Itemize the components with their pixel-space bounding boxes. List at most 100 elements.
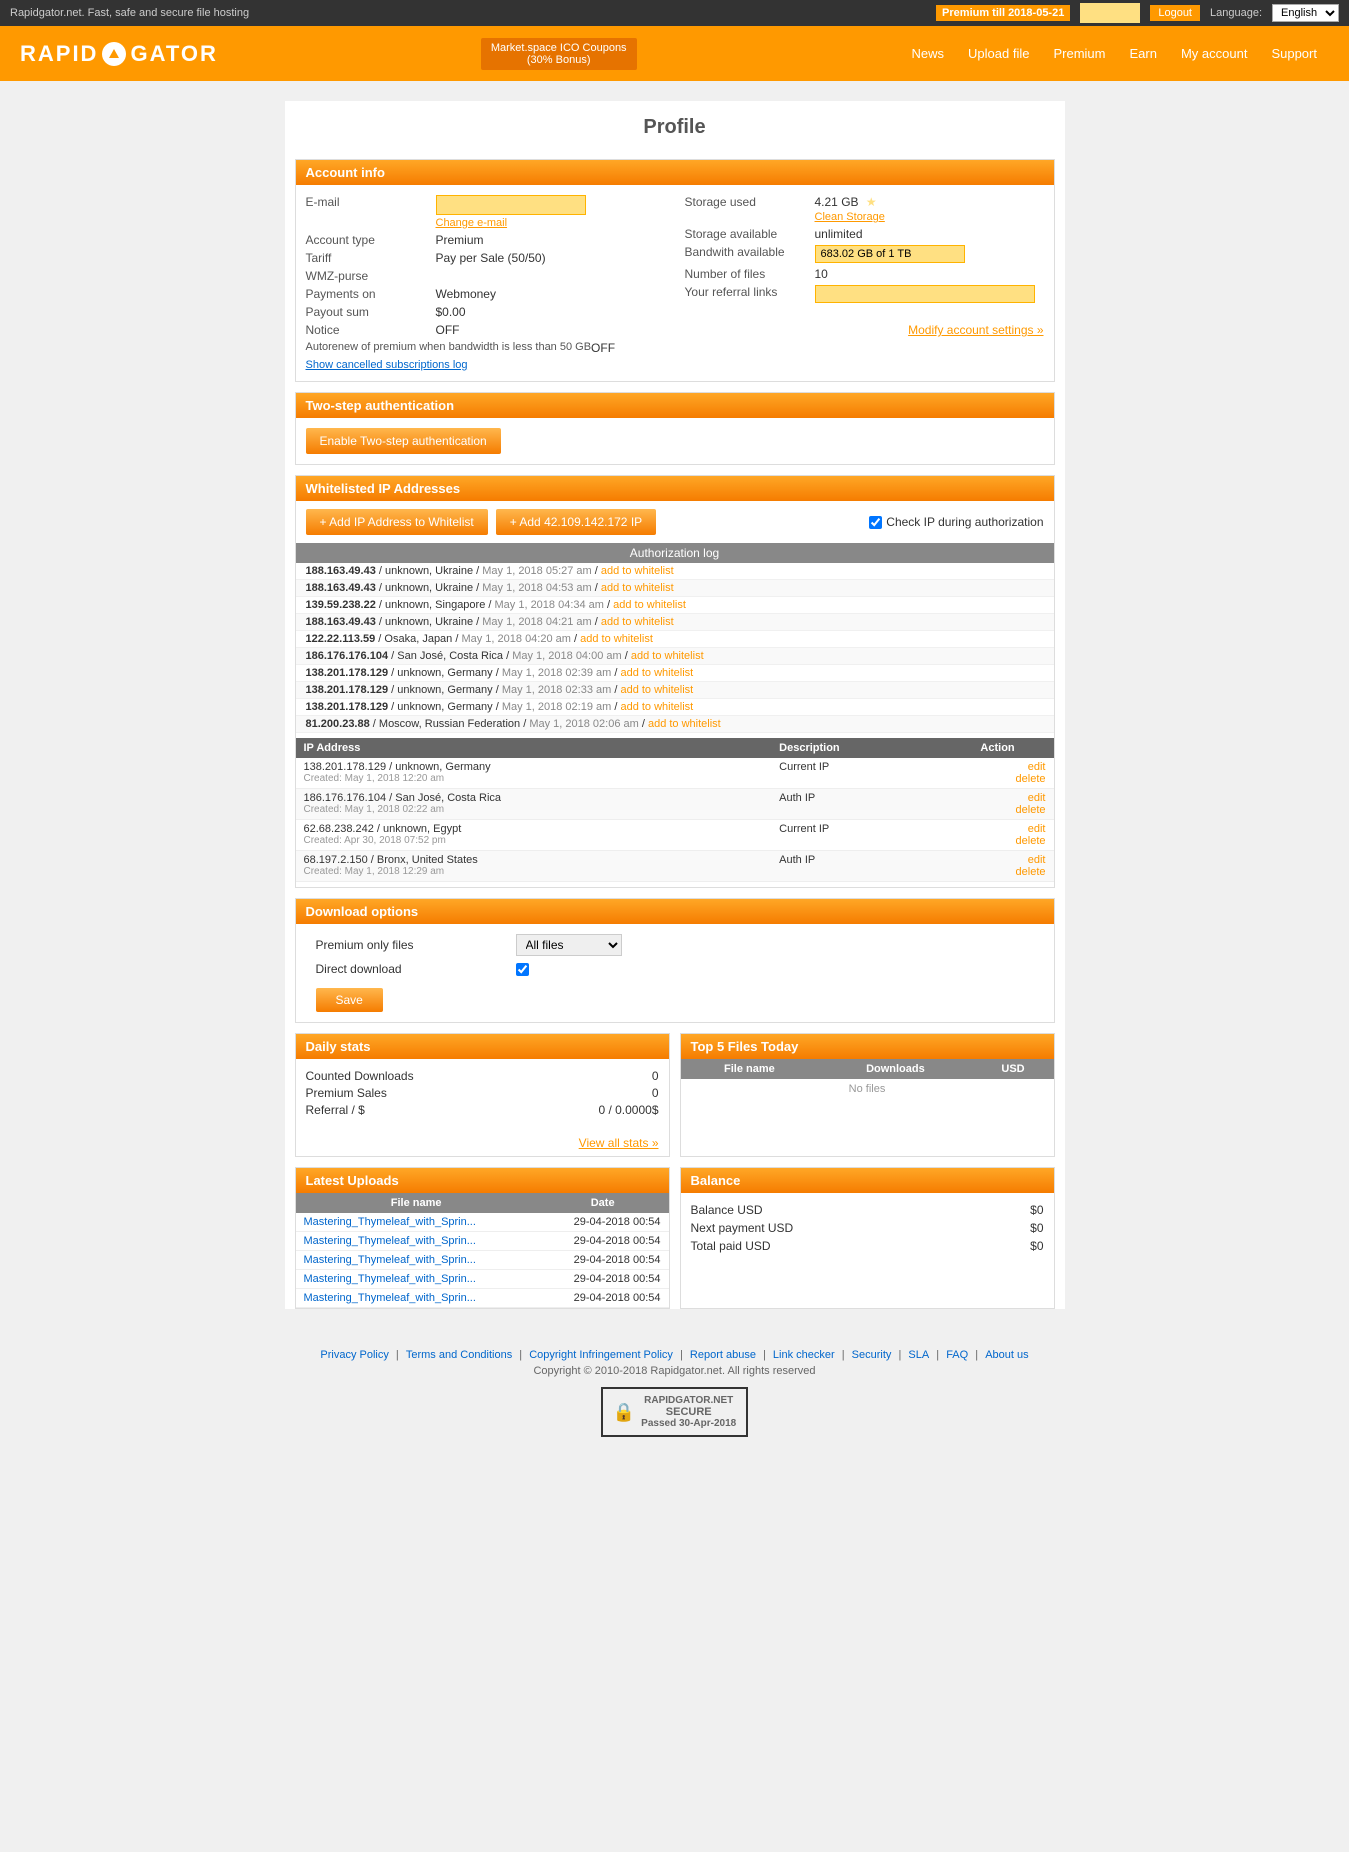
- notice-row: Notice OFF: [306, 323, 665, 337]
- total-paid-value: $0: [1030, 1239, 1043, 1253]
- upload-filename-link[interactable]: Mastering_Thymeleaf_with_Sprin...: [304, 1235, 476, 1247]
- desc-cell: Auth IP: [771, 851, 941, 882]
- upload-filename-link[interactable]: Mastering_Thymeleaf_with_Sprin...: [304, 1273, 476, 1285]
- add-to-whitelist-link[interactable]: add to whitelist: [631, 650, 704, 662]
- uploads-header-date: Date: [537, 1193, 669, 1213]
- footer-link[interactable]: Privacy Policy: [320, 1349, 388, 1361]
- premium-badge: Premium till 2018-05-21: [936, 5, 1070, 21]
- direct-download-checkbox[interactable]: [516, 963, 529, 976]
- ip-table-header-ip: IP Address: [296, 738, 772, 758]
- footer: Privacy Policy | Terms and Conditions | …: [0, 1329, 1349, 1457]
- sitelock-label: RAPIDGATOR.NET: [641, 1395, 736, 1406]
- account-info-section: Account info E-mail Change e-mail Accoun…: [295, 159, 1055, 382]
- referral-row: Referral / $ 0 / 0.0000$: [306, 1103, 659, 1117]
- balance-section: Balance Balance USD $0 Next payment USD …: [680, 1167, 1055, 1309]
- top-files-table: File name Downloads USD No files: [681, 1059, 1054, 1099]
- upload-filename-link[interactable]: Mastering_Thymeleaf_with_Sprin...: [304, 1216, 476, 1228]
- premium-files-label: Premium only files: [316, 938, 516, 952]
- upload-filename-link[interactable]: Mastering_Thymeleaf_with_Sprin...: [304, 1254, 476, 1266]
- balance-usd-row: Balance USD $0: [691, 1203, 1044, 1217]
- delete-ip-link[interactable]: delete: [950, 835, 1046, 847]
- footer-link[interactable]: FAQ: [946, 1349, 968, 1361]
- desc-cell: Auth IP: [771, 789, 941, 820]
- logo-icon: [102, 42, 126, 66]
- ip-cell: 62.68.238.242 / unknown, Egypt Created: …: [296, 820, 772, 851]
- footer-link[interactable]: SLA: [908, 1349, 929, 1361]
- balance-header: Balance: [681, 1168, 1054, 1193]
- desc-cell: Current IP: [771, 758, 941, 789]
- delete-ip-link[interactable]: delete: [950, 773, 1046, 785]
- add-ip-button[interactable]: + Add IP Address to Whitelist: [306, 509, 488, 535]
- auth-log-row: 138.201.178.129 / unknown, Germany / May…: [296, 665, 1054, 682]
- ip-table-body: 138.201.178.129 / unknown, Germany Creat…: [296, 758, 1054, 882]
- footer-link[interactable]: Report abuse: [690, 1349, 756, 1361]
- change-email-link[interactable]: Change e-mail: [436, 217, 586, 229]
- footer-link[interactable]: Copyright Infringement Policy: [529, 1349, 673, 1361]
- add-to-whitelist-link[interactable]: add to whitelist: [601, 616, 674, 628]
- check-ip-checkbox[interactable]: [869, 516, 882, 529]
- add-to-whitelist-link[interactable]: add to whitelist: [620, 684, 693, 696]
- upload-filename-link[interactable]: Mastering_Thymeleaf_with_Sprin...: [304, 1292, 476, 1304]
- header: RAPID GATOR Market.space ICO Coupons (30…: [0, 26, 1349, 81]
- direct-download-label: Direct download: [316, 962, 516, 976]
- delete-ip-link[interactable]: delete: [950, 804, 1046, 816]
- storage-used-value: 4.21 GB: [815, 195, 859, 209]
- nav-upload[interactable]: Upload file: [956, 41, 1041, 66]
- add-to-whitelist-link[interactable]: add to whitelist: [648, 718, 721, 730]
- footer-link[interactable]: Terms and Conditions: [406, 1349, 512, 1361]
- save-download-options-button[interactable]: Save: [316, 988, 383, 1012]
- add-to-whitelist-link[interactable]: add to whitelist: [580, 633, 653, 645]
- enable-two-step-button[interactable]: Enable Two-step authentication: [306, 428, 501, 454]
- premium-files-select[interactable]: All files Premium only: [516, 934, 622, 956]
- nav-earn[interactable]: Earn: [1117, 41, 1168, 66]
- latest-uploads-section: Latest Uploads File name Date Mastering_…: [295, 1167, 670, 1309]
- add-to-whitelist-link[interactable]: add to whitelist: [620, 701, 693, 713]
- add-to-whitelist-link[interactable]: add to whitelist: [601, 582, 674, 594]
- balance-body: Balance USD $0 Next payment USD $0 Total…: [681, 1193, 1054, 1267]
- ip-table-header-desc: Description: [771, 738, 941, 758]
- footer-link[interactable]: Security: [852, 1349, 892, 1361]
- clean-storage-link[interactable]: Clean Storage: [815, 211, 885, 223]
- ip-table: IP Address Description Action 138.201.17…: [296, 738, 1054, 882]
- upload-row: Mastering_Thymeleaf_with_Sprin... 29-04-…: [296, 1251, 669, 1270]
- referral-input[interactable]: [815, 285, 1035, 303]
- premium-files-row: Premium only files All files Premium onl…: [316, 934, 1034, 956]
- storage-used-label: Storage used: [685, 195, 815, 223]
- modify-account-link[interactable]: Modify account settings »: [685, 323, 1044, 337]
- delete-ip-link[interactable]: delete: [950, 866, 1046, 878]
- tariff-label: Tariff: [306, 251, 436, 265]
- edit-ip-link[interactable]: edit: [950, 854, 1046, 866]
- num-files-value: 10: [815, 267, 828, 281]
- balance-usd-label: Balance USD: [691, 1203, 763, 1217]
- language-select[interactable]: English: [1272, 4, 1339, 22]
- footer-link[interactable]: About us: [985, 1349, 1028, 1361]
- bandwidth-label: Bandwith available: [685, 245, 815, 263]
- footer-link[interactable]: Link checker: [773, 1349, 835, 1361]
- promo-banner[interactable]: Market.space ICO Coupons (30% Bonus): [481, 38, 637, 70]
- add-to-whitelist-link[interactable]: add to whitelist: [620, 667, 693, 679]
- top-bar-right: Premium till 2018-05-21 Logout Language:…: [936, 3, 1339, 23]
- nav-account[interactable]: My account: [1169, 41, 1259, 66]
- stats-row-container: Daily stats Counted Downloads 0 Premium …: [295, 1033, 1055, 1157]
- storage-used-row: Storage used 4.21 GB ★ Clean Storage: [685, 195, 1044, 223]
- auth-log-list: 188.163.49.43 / unknown, Ukraine / May 1…: [296, 563, 1054, 733]
- nav-news[interactable]: News: [900, 41, 957, 66]
- premium-bar-yellow: [1080, 3, 1140, 23]
- logout-button[interactable]: Logout: [1150, 5, 1200, 21]
- nav-premium[interactable]: Premium: [1041, 41, 1117, 66]
- email-input[interactable]: [436, 195, 586, 215]
- account-info-header: Account info: [296, 160, 1054, 185]
- edit-ip-link[interactable]: edit: [950, 761, 1046, 773]
- main-nav: News Upload file Premium Earn My account…: [900, 41, 1329, 66]
- payments-on-value: Webmoney: [436, 287, 496, 301]
- add-to-whitelist-link[interactable]: add to whitelist: [601, 565, 674, 577]
- edit-ip-link[interactable]: edit: [950, 792, 1046, 804]
- add-to-whitelist-link[interactable]: add to whitelist: [613, 599, 686, 611]
- view-all-stats-link[interactable]: View all stats »: [296, 1130, 669, 1156]
- add-current-ip-button[interactable]: + Add 42.109.142.172 IP: [496, 509, 656, 535]
- show-cancelled-link[interactable]: Show cancelled subscriptions log: [306, 359, 665, 371]
- referral-label: Referral / $: [306, 1103, 365, 1117]
- edit-ip-link[interactable]: edit: [950, 823, 1046, 835]
- nav-support[interactable]: Support: [1259, 41, 1329, 66]
- bandwidth-input[interactable]: [815, 245, 965, 263]
